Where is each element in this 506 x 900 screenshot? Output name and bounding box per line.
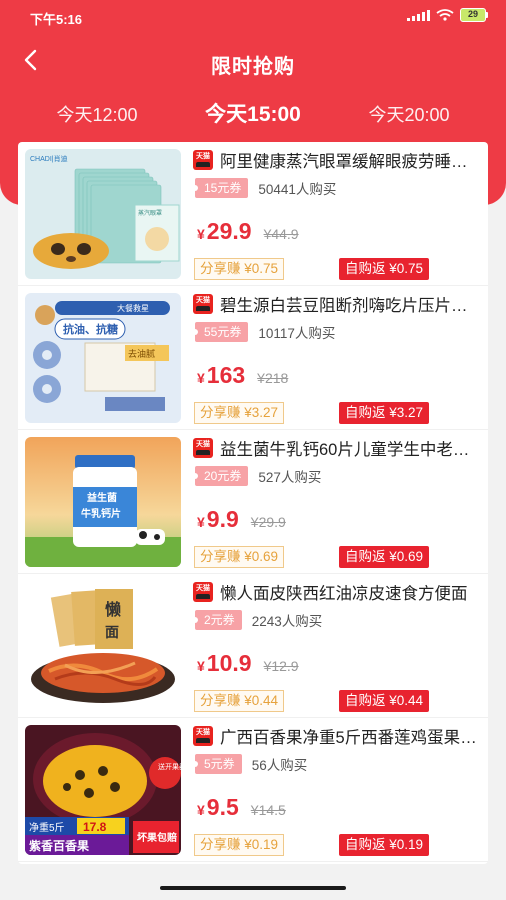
self-buy-rebate-button[interactable]: 自购返 ¥3.27 — [339, 402, 430, 424]
tmall-badge: 天猫 — [193, 294, 213, 314]
share-earn-button[interactable]: 分享赚 ¥0.44 — [194, 690, 285, 712]
self-buy-rebate-button[interactable]: 自购返 ¥0.44 — [339, 690, 430, 712]
product-price: 29.9 — [206, 218, 252, 244]
product-image: 懒 面 — [25, 581, 181, 711]
sold-count: 527人购买 — [258, 470, 322, 485]
product-price: 9.5 — [206, 794, 239, 820]
product-card[interactable]: CHADI|肖迪 蒸汽眼罩 天猫 阿里健康蒸汽眼罩缓解眼疲劳睡眠 15元券 50… — [18, 142, 488, 286]
battery-icon: 29 — [460, 8, 488, 22]
supp-b-text: 去油腻 — [128, 348, 155, 359]
product-image: 大餐救星 抗油、抗糖 去油腻 — [25, 293, 181, 423]
product-card[interactable]: 大餐救星 抗油、抗糖 去油腻 天猫 碧生源白芸豆阻断剂嗨吃片压片糖果 55元券 — [18, 286, 488, 430]
original-price: ¥12.9 — [263, 658, 299, 674]
noodle-a-text: 懒 — [105, 600, 121, 619]
calcium-a-text: 益生菌 — [87, 491, 117, 504]
signal-icon — [407, 9, 430, 21]
image-price-text: 17.8 — [83, 820, 107, 834]
share-earn-button[interactable]: 分享赚 ¥0.19 — [194, 834, 285, 856]
nav-bar: 限时抢购 — [0, 36, 506, 92]
tab-2000[interactable]: 今天20:00 — [354, 98, 464, 132]
wifi-icon — [436, 9, 454, 21]
passion-fruit-image: 送开果器 净重5斤 17.8 紫香百香果 坏果包赔 — [25, 725, 181, 855]
tmall-badge: 天猫 — [193, 582, 213, 602]
original-price: ¥218 — [257, 370, 289, 386]
sold-count: 2243人购买 — [251, 614, 323, 629]
product-card[interactable]: 益生菌 牛乳钙片 天猫 益生菌牛乳钙60片儿童学生中老年钙片 20元券 527人… — [18, 430, 488, 574]
time-tabs: 今天12:00 今天15:00 今天20:00 — [0, 98, 506, 132]
weight-text: 净重5斤 — [29, 821, 65, 834]
share-earn-button[interactable]: 分享赚 ¥0.75 — [194, 258, 285, 280]
coupon-badge: 15元券 — [191, 178, 249, 198]
product-title: 广西百香果净重5斤西番莲鸡蛋果新鲜水果 — [220, 729, 482, 747]
eye-mask-image: CHADI|肖迪 蒸汽眼罩 — [25, 149, 181, 279]
self-buy-rebate-button[interactable]: 自购返 ¥0.75 — [339, 258, 430, 280]
sold-count: 56人购买 — [251, 758, 308, 773]
gift-text: 送开果器 — [158, 762, 181, 771]
noodle-b-text: 面 — [105, 624, 119, 640]
status-icons: 29 — [407, 8, 488, 22]
price-currency: ¥ — [197, 514, 205, 530]
price-currency: ¥ — [197, 802, 205, 818]
supplement-image: 大餐救星 抗油、抗糖 去油腻 — [25, 293, 181, 423]
page-title: 限时抢购 — [211, 56, 295, 78]
product-list: CHADI|肖迪 蒸汽眼罩 天猫 阿里健康蒸汽眼罩缓解眼疲劳睡眠 15元券 50… — [18, 142, 488, 864]
coupon-badge: 55元券 — [191, 322, 249, 342]
sold-count: 10117人购买 — [258, 326, 336, 341]
product-image: 益生菌 牛乳钙片 — [25, 437, 181, 567]
product-price: 163 — [206, 362, 246, 388]
promise-text: 坏果包赔 — [137, 831, 177, 844]
product-card[interactable]: 送开果器 净重5斤 17.8 紫香百香果 坏果包赔 天猫 广西百香果净重5斤西番… — [18, 718, 488, 862]
status-bar: 下午5:16 29 — [0, 0, 506, 32]
share-earn-button[interactable]: 分享赚 ¥0.69 — [194, 546, 285, 568]
product-title: 碧生源白芸豆阻断剂嗨吃片压片糖果 — [220, 297, 482, 315]
eye-brand-text: CHADI|肖迪 — [30, 154, 68, 163]
price-currency: ¥ — [197, 226, 205, 242]
eye-box-text: 蒸汽眼罩 — [138, 209, 162, 217]
tmall-badge: 天猫 — [193, 726, 213, 746]
coupon-badge: 5元券 — [192, 754, 242, 774]
product-image: CHADI|肖迪 蒸汽眼罩 — [25, 149, 181, 279]
original-price: ¥29.9 — [250, 514, 286, 530]
noodle-image: 懒 面 — [25, 581, 181, 711]
original-price: ¥14.5 — [250, 802, 286, 818]
self-buy-rebate-button[interactable]: 自购返 ¥0.69 — [339, 546, 430, 568]
product-price: 10.9 — [206, 650, 252, 676]
tab-1200[interactable]: 今天12:00 — [42, 98, 152, 132]
product-price: 9.9 — [206, 506, 239, 532]
tmall-badge: 天猫 — [193, 150, 213, 170]
supp-c-text: 大餐救星 — [117, 303, 149, 313]
coupon-badge: 20元券 — [191, 466, 249, 486]
product-card[interactable]: 懒 面 天猫 懒人面皮陕西红油凉皮速食方便面 2元券 2243人购买 ¥ 10.… — [18, 574, 488, 718]
share-earn-button[interactable]: 分享赚 ¥3.27 — [194, 402, 285, 424]
fruit-name-text: 紫香百香果 — [29, 838, 89, 853]
calcium-image: 益生菌 牛乳钙片 — [25, 437, 181, 567]
calcium-b-text: 牛乳钙片 — [81, 507, 121, 520]
price-currency: ¥ — [197, 370, 205, 386]
self-buy-rebate-button[interactable]: 自购返 ¥0.19 — [339, 834, 430, 856]
product-image: 送开果器 净重5斤 17.8 紫香百香果 坏果包赔 — [25, 725, 181, 855]
tmall-badge: 天猫 — [193, 438, 213, 458]
product-title: 益生菌牛乳钙60片儿童学生中老年钙片 — [220, 441, 482, 459]
price-currency: ¥ — [197, 658, 205, 674]
sold-count: 50441人购买 — [258, 182, 337, 197]
tab-1500[interactable]: 今天15:00 — [186, 98, 320, 132]
product-title: 懒人面皮陕西红油凉皮速食方便面 — [220, 585, 468, 603]
supp-a-text: 抗油、抗糖 — [63, 322, 118, 336]
home-indicator[interactable] — [160, 886, 346, 890]
battery-level: 29 — [460, 8, 486, 22]
product-title: 阿里健康蒸汽眼罩缓解眼疲劳睡眠遮光热敷眼罩 — [220, 153, 482, 171]
coupon-badge: 2元券 — [192, 610, 242, 630]
original-price: ¥44.9 — [263, 226, 299, 242]
status-time: 下午5:16 — [30, 12, 83, 27]
